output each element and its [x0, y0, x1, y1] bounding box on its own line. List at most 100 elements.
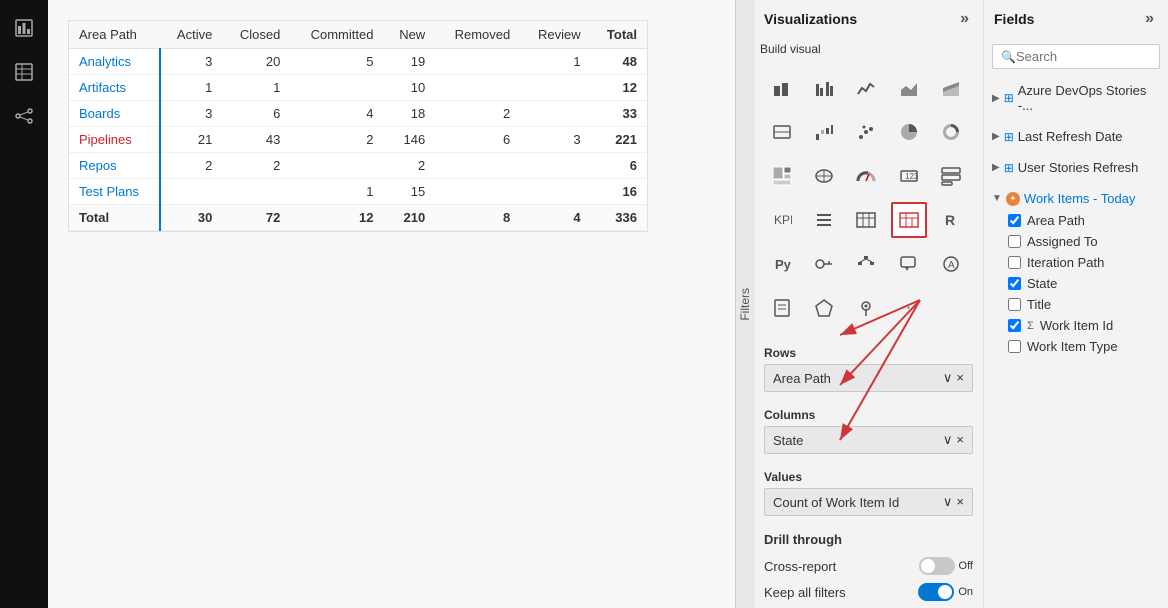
field-section-refresh: ▶ ⊞ Last Refresh Date [984, 121, 1168, 152]
rows-close-icon[interactable]: × [956, 370, 964, 386]
cross-report-row: Cross-report Off [764, 553, 973, 579]
kpi-icon[interactable]: KPI [764, 202, 800, 238]
card-icon[interactable]: 123 [891, 158, 927, 194]
cross-report-switch[interactable] [919, 557, 955, 575]
assigned-to-checkbox[interactable] [1008, 235, 1021, 248]
values-field-box[interactable]: Count of Work Item Id ∨ × [764, 488, 973, 516]
area-path-checkbox[interactable] [1008, 214, 1021, 227]
fields-scroll: ▶ ⊞ Azure DevOps Stories -... ▶ ⊞ Last R… [984, 75, 1168, 608]
area-path-label: Area Path [1027, 213, 1085, 228]
values-chevron-icon[interactable]: ∨ [943, 494, 953, 510]
cell-boards-total: 33 [591, 101, 647, 127]
field-section-work-items-header[interactable]: ▼ ✦ Work Items - Today [992, 187, 1160, 210]
azure-map-icon[interactable] [848, 290, 884, 326]
sigma-icon: Σ [1027, 320, 1034, 332]
viz-panel-title: Visualizations [764, 11, 857, 27]
matrix-icon[interactable]: Matrix [891, 202, 927, 238]
cell-artifacts-active: 1 [160, 75, 222, 101]
user-stories-chevron-icon: ▶ [992, 162, 1000, 173]
field-section-user-stories-header[interactable]: ▶ ⊞ User Stories Refresh [992, 156, 1160, 179]
report-icon[interactable] [4, 8, 44, 48]
work-item-type-checkbox[interactable] [1008, 340, 1021, 353]
slicer-icon[interactable] [806, 202, 842, 238]
field-item-assigned-to[interactable]: Assigned To [992, 231, 1160, 252]
area-chart-icon[interactable] [891, 70, 927, 106]
field-section-azure-header[interactable]: ▶ ⊞ Azure DevOps Stories -... [992, 79, 1160, 117]
waterfall-icon[interactable] [806, 114, 842, 150]
keep-filters-toggle[interactable]: On [918, 583, 973, 601]
viz-collapse-button[interactable]: » [956, 8, 973, 30]
field-item-work-item-type[interactable]: Work Item Type [992, 336, 1160, 357]
col-header-new: New [383, 21, 435, 49]
iteration-path-checkbox[interactable] [1008, 256, 1021, 269]
cell-analytics-removed [435, 49, 520, 75]
field-section-work-items: ▼ ✦ Work Items - Today Area Path Assigne… [984, 183, 1168, 361]
values-field-icons: ∨ × [943, 494, 964, 510]
scatter-icon[interactable] [848, 114, 884, 150]
values-close-icon[interactable]: × [956, 494, 964, 510]
title-checkbox[interactable] [1008, 298, 1021, 311]
cell-analytics-new: 19 [383, 49, 435, 75]
shape-map-icon[interactable] [806, 290, 842, 326]
ribbon-chart-icon[interactable] [764, 114, 800, 150]
table-row: Test Plans 1 15 16 [69, 179, 647, 205]
key-influencers-icon[interactable] [806, 246, 842, 282]
work-item-id-checkbox[interactable] [1008, 319, 1021, 332]
field-item-iteration-path[interactable]: Iteration Path [992, 252, 1160, 273]
col-header-area-path: Area Path [69, 21, 160, 49]
filters-tab[interactable]: Filters [735, 0, 753, 608]
stacked-area-icon[interactable] [933, 70, 969, 106]
field-item-state[interactable]: State [992, 273, 1160, 294]
multi-row-card-icon[interactable] [933, 158, 969, 194]
cell-total-committed: 12 [290, 205, 383, 231]
columns-close-icon[interactable]: × [956, 432, 964, 448]
columns-field-icons: ∨ × [943, 432, 964, 448]
columns-field-box[interactable]: State ∨ × [764, 426, 973, 454]
python-icon[interactable]: Py [764, 246, 800, 282]
treemap-icon[interactable] [764, 158, 800, 194]
rows-chevron-icon[interactable]: ∨ [943, 370, 953, 386]
viz-icons-section: 123 KPI Matrix R [754, 60, 983, 336]
field-section-refresh-header[interactable]: ▶ ⊞ Last Refresh Date [992, 125, 1160, 148]
values-field-value: Count of Work Item Id [773, 495, 899, 510]
cell-artifacts-area: Artifacts [69, 75, 160, 101]
field-section-azure: ▶ ⊞ Azure DevOps Stories -... [984, 75, 1168, 121]
map-icon[interactable] [806, 158, 842, 194]
clustered-bar-icon[interactable] [806, 70, 842, 106]
work-items-chevron-icon: ▼ [992, 193, 1002, 204]
cross-report-toggle[interactable]: Off [919, 557, 973, 575]
field-section-user-stories: ▶ ⊞ User Stories Refresh [984, 152, 1168, 183]
cell-total-review: 4 [520, 205, 590, 231]
search-input[interactable] [1016, 49, 1168, 64]
qa-icon[interactable] [891, 246, 927, 282]
gauge-icon[interactable] [848, 158, 884, 194]
columns-chevron-icon[interactable]: ∨ [943, 432, 953, 448]
stacked-bar-icon[interactable] [764, 70, 800, 106]
cell-boards-closed: 6 [222, 101, 290, 127]
smart-narrative-icon[interactable]: A [933, 246, 969, 282]
cell-boards-area: Boards [69, 101, 160, 127]
r-visual-icon[interactable]: R [933, 202, 969, 238]
keep-filters-switch[interactable] [918, 583, 954, 601]
cell-repos-new: 2 [383, 153, 435, 179]
work-items-section-label: Work Items - Today [1024, 191, 1136, 206]
donut-icon[interactable] [933, 114, 969, 150]
table-icon[interactable] [848, 202, 884, 238]
rows-field-box[interactable]: Area Path ∨ × [764, 364, 973, 392]
state-checkbox[interactable] [1008, 277, 1021, 290]
data-icon[interactable] [4, 52, 44, 92]
fields-panel-header: Fields » [984, 0, 1168, 38]
model-icon[interactable] [4, 96, 44, 136]
line-chart-icon[interactable] [848, 70, 884, 106]
title-label: Title [1027, 297, 1051, 312]
field-item-title[interactable]: Title [992, 294, 1160, 315]
pie-chart-icon[interactable] [891, 114, 927, 150]
decomp-tree-icon[interactable] [848, 246, 884, 282]
col-header-closed: Closed [222, 21, 290, 49]
paginated-icon[interactable] [764, 290, 800, 326]
more-visuals-icon[interactable]: ··· [891, 290, 927, 326]
field-item-area-path[interactable]: Area Path [992, 210, 1160, 231]
fields-collapse-button[interactable]: » [1141, 8, 1158, 30]
keep-filters-label: Keep all filters [764, 585, 846, 600]
field-item-work-item-id[interactable]: Σ Work Item Id [992, 315, 1160, 336]
